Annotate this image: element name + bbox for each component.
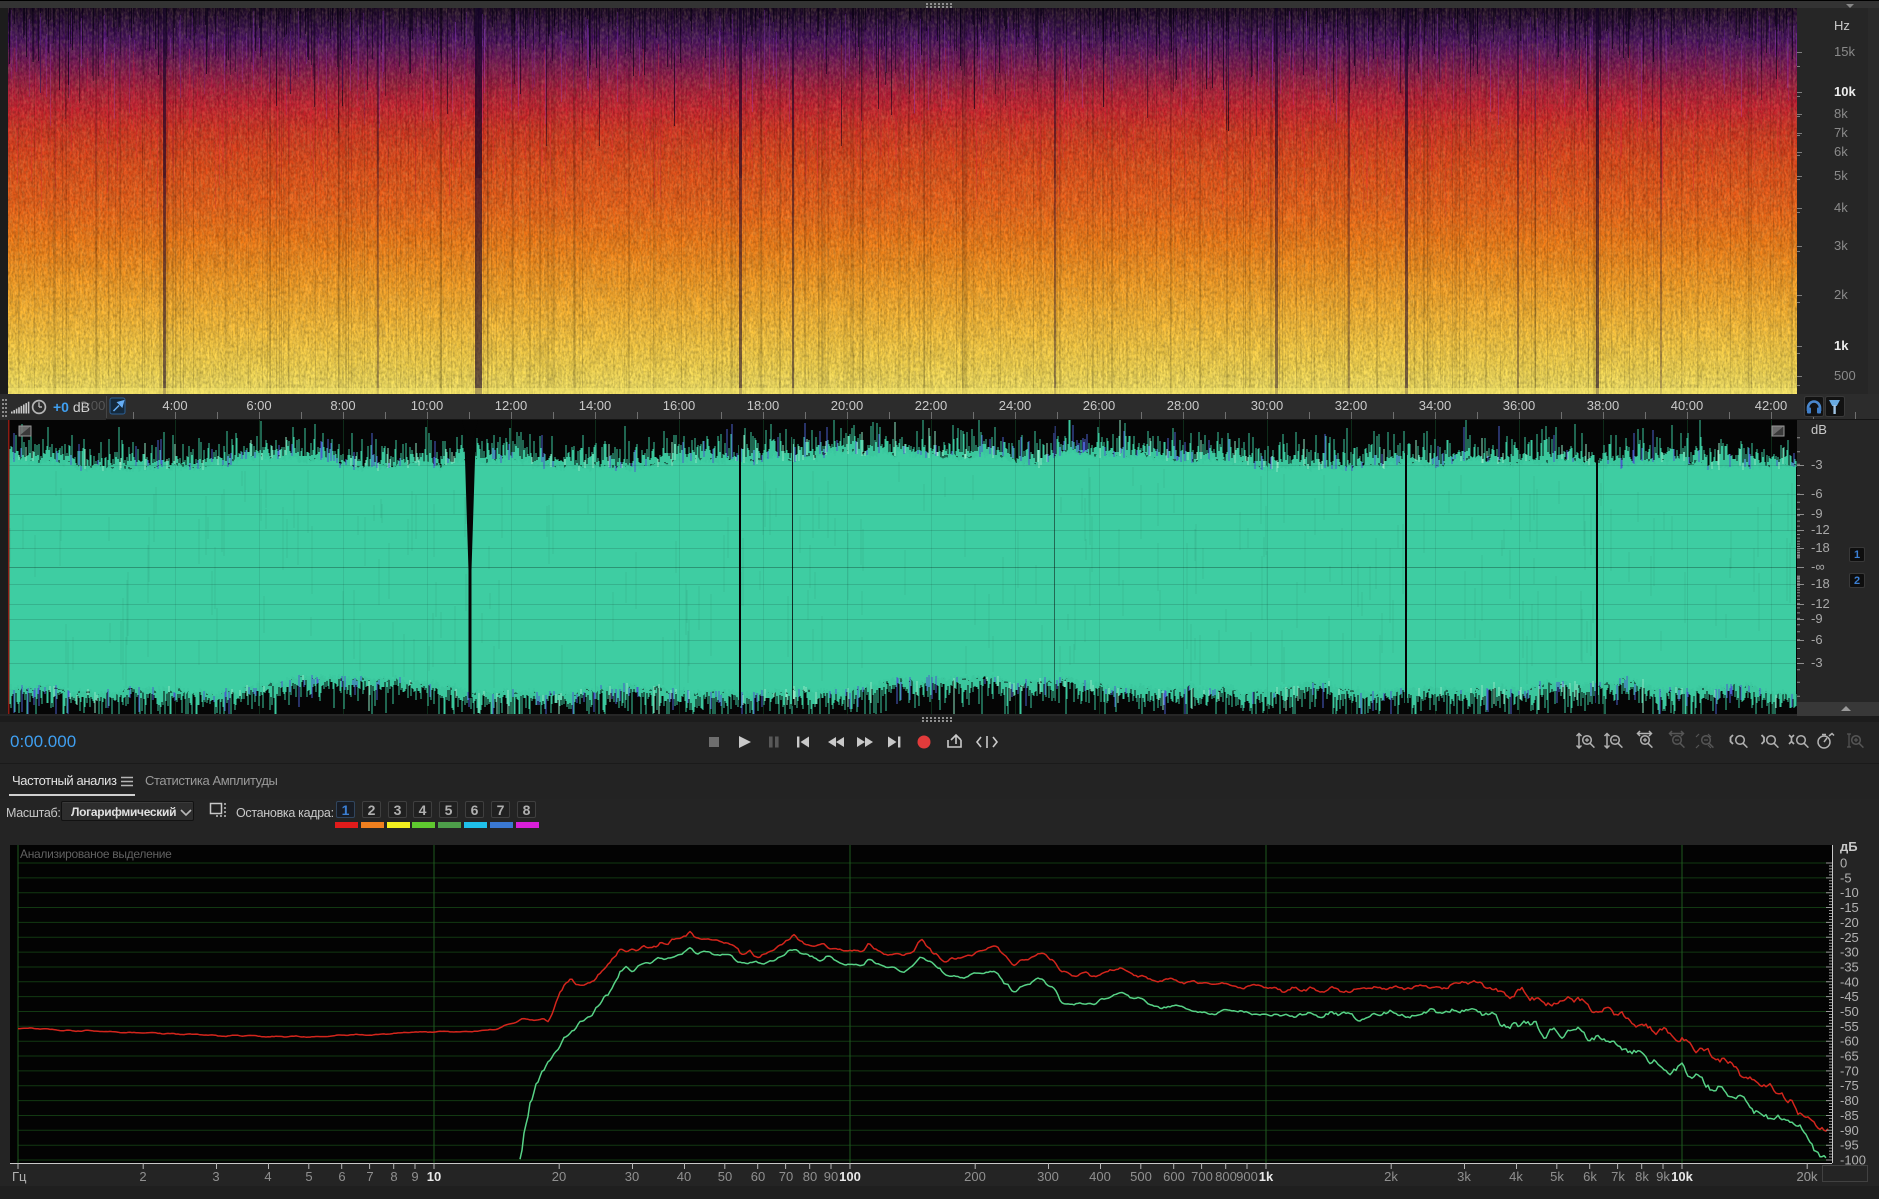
- svg-text:500: 500: [1130, 1169, 1152, 1184]
- svg-text:70: 70: [779, 1169, 793, 1184]
- svg-text:-60: -60: [1840, 1034, 1859, 1049]
- svg-text:2: 2: [139, 1169, 146, 1184]
- svg-text:10k: 10k: [1671, 1169, 1693, 1184]
- svg-text:9: 9: [411, 1169, 418, 1184]
- svg-text:Гц: Гц: [12, 1169, 27, 1184]
- svg-text:40: 40: [677, 1169, 691, 1184]
- svg-text:-5: -5: [1840, 870, 1852, 885]
- svg-text:5: 5: [305, 1169, 312, 1184]
- svg-text:-25: -25: [1840, 930, 1859, 945]
- svg-text:0: 0: [1840, 856, 1847, 871]
- svg-text:300: 300: [1037, 1169, 1059, 1184]
- svg-text:-45: -45: [1840, 989, 1859, 1004]
- svg-text:10: 10: [427, 1169, 441, 1184]
- svg-text:20: 20: [552, 1169, 566, 1184]
- svg-text:100: 100: [839, 1169, 861, 1184]
- svg-text:-70: -70: [1840, 1063, 1859, 1078]
- svg-text:6k: 6k: [1583, 1169, 1597, 1184]
- svg-text:4: 4: [264, 1169, 271, 1184]
- svg-text:3k: 3k: [1457, 1169, 1471, 1184]
- svg-text:7: 7: [366, 1169, 373, 1184]
- svg-text:-80: -80: [1840, 1093, 1859, 1108]
- svg-text:60: 60: [751, 1169, 765, 1184]
- svg-text:-50: -50: [1840, 1004, 1859, 1019]
- svg-text:9k: 9k: [1656, 1169, 1670, 1184]
- svg-text:-35: -35: [1840, 960, 1859, 975]
- svg-text:2k: 2k: [1384, 1169, 1398, 1184]
- svg-text:3: 3: [212, 1169, 219, 1184]
- svg-text:-30: -30: [1840, 945, 1859, 960]
- svg-text:-10: -10: [1840, 885, 1859, 900]
- svg-text:-20: -20: [1840, 915, 1859, 930]
- svg-text:-40: -40: [1840, 974, 1859, 989]
- svg-text:900: 900: [1236, 1169, 1258, 1184]
- svg-text:50: 50: [718, 1169, 732, 1184]
- svg-text:30: 30: [625, 1169, 639, 1184]
- svg-text:-90: -90: [1840, 1123, 1859, 1138]
- svg-text:90: 90: [824, 1169, 838, 1184]
- svg-text:5k: 5k: [1550, 1169, 1564, 1184]
- svg-text:7k: 7k: [1611, 1169, 1625, 1184]
- svg-text:-75: -75: [1840, 1078, 1859, 1093]
- svg-text:-65: -65: [1840, 1049, 1859, 1064]
- svg-text:8: 8: [390, 1169, 397, 1184]
- svg-text:400: 400: [1089, 1169, 1111, 1184]
- svg-text:80: 80: [803, 1169, 817, 1184]
- svg-text:200: 200: [964, 1169, 986, 1184]
- svg-text:20k: 20k: [1797, 1169, 1818, 1184]
- svg-text:Анализированое выделение: Анализированое выделение: [20, 847, 172, 861]
- svg-text:8k: 8k: [1635, 1169, 1649, 1184]
- svg-text:800: 800: [1215, 1169, 1237, 1184]
- svg-text:-85: -85: [1840, 1108, 1859, 1123]
- svg-text:600: 600: [1163, 1169, 1185, 1184]
- svg-text:1k: 1k: [1259, 1169, 1274, 1184]
- svg-text:-15: -15: [1840, 900, 1859, 915]
- svg-text:4k: 4k: [1509, 1169, 1523, 1184]
- svg-text:-95: -95: [1840, 1138, 1859, 1153]
- svg-text:6: 6: [338, 1169, 345, 1184]
- svg-text:700: 700: [1191, 1169, 1213, 1184]
- svg-text:дБ: дБ: [1840, 839, 1858, 854]
- svg-text:-55: -55: [1840, 1019, 1859, 1034]
